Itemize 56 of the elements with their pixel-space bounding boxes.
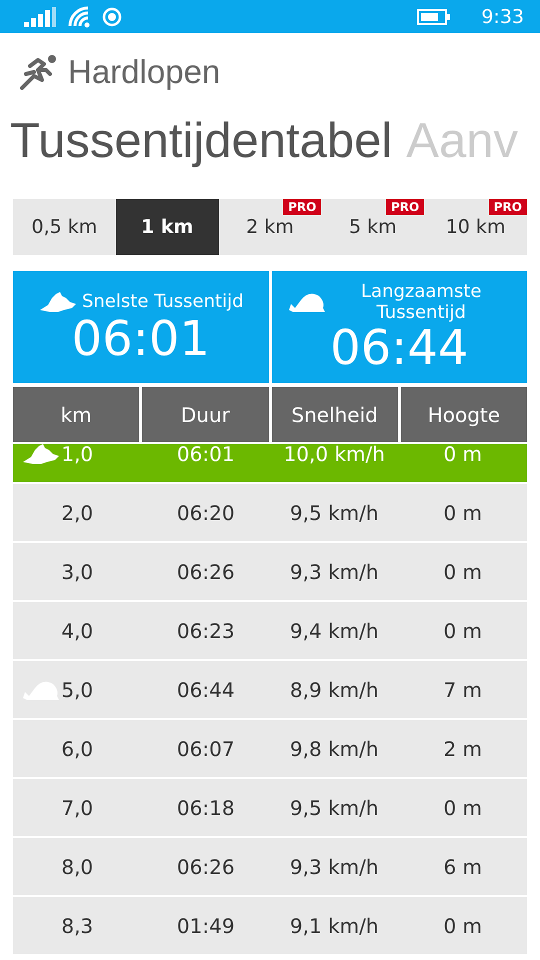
status-time: 9:33 — [481, 6, 524, 28]
table-cell: 1,0 — [61, 442, 94, 466]
column-header: km — [13, 387, 140, 442]
signal-icon — [24, 6, 56, 26]
column-header: Snelheid — [272, 387, 398, 442]
table-cell: 2 m — [443, 736, 482, 760]
table-cell: 4,0 — [61, 618, 94, 642]
column-header: Duur — [142, 387, 268, 442]
table-cell: 06:07 — [176, 736, 235, 760]
summary-value: 06:01 — [72, 314, 210, 364]
table-cell: 7,0 — [61, 796, 94, 820]
table-cell: 5,0 — [61, 678, 94, 702]
summary-label: Snelste Tussentijd — [82, 291, 244, 312]
table-cell: 9,5 km/h — [290, 796, 379, 820]
table-cell: 8,3 — [61, 914, 94, 938]
table-cell: 9,3 km/h — [290, 854, 379, 878]
pro-badge: PRO — [386, 199, 424, 215]
table-cell: 7 m — [443, 678, 482, 702]
pro-badge: PRO — [488, 199, 527, 215]
table-cell: 3,0 — [61, 560, 94, 584]
table-cell: 0 m — [443, 796, 482, 820]
table-cell: 9,3 km/h — [290, 560, 379, 584]
table-cell: 06:01 — [176, 442, 235, 466]
table-cell: 06:26 — [176, 560, 235, 584]
table-cell: 0 m — [443, 500, 482, 524]
table-cell: 0 m — [443, 560, 482, 584]
table-cell: 8,0 — [61, 854, 94, 878]
summary-label: Langzaamste Tussentijd — [360, 280, 482, 323]
table-cell: 6,0 — [61, 736, 94, 760]
table-cell: 01:49 — [176, 914, 235, 938]
table-cell: 0 m — [443, 618, 482, 642]
table-cell: 6 m — [443, 854, 482, 878]
column-header: Hoogte — [400, 387, 527, 442]
table-cell: 0 m — [443, 442, 482, 466]
location-icon — [102, 6, 122, 26]
table-cell: 2,0 — [61, 500, 94, 524]
wifi-icon — [68, 6, 90, 28]
table-cell: 06:26 — [176, 854, 235, 878]
runner-icon — [18, 52, 58, 92]
app-title: Hardlopen — [68, 53, 220, 91]
distance-tab[interactable]: 1 km — [116, 199, 219, 255]
table-cell: 9,8 km/h — [290, 736, 379, 760]
table-cell: 10,0 km/h — [284, 442, 385, 466]
pivot-header[interactable]: Tussentijdentabel — [10, 113, 392, 171]
table-cell: 0 m — [443, 914, 482, 938]
summary-value: 06:44 — [330, 322, 468, 374]
table-cell: 8,9 km/h — [290, 678, 379, 702]
table-cell: 9,4 km/h — [290, 618, 379, 642]
table-cell: 06:44 — [176, 678, 235, 702]
battery-icon — [417, 8, 452, 24]
table-cell: 9,5 km/h — [290, 500, 379, 524]
table-cell: 06:20 — [176, 500, 235, 524]
table-cell: 06:18 — [176, 796, 235, 820]
pro-badge: PRO — [283, 199, 322, 215]
table-cell: 9,1 km/h — [290, 914, 379, 938]
table-cell: 06:23 — [176, 618, 235, 642]
